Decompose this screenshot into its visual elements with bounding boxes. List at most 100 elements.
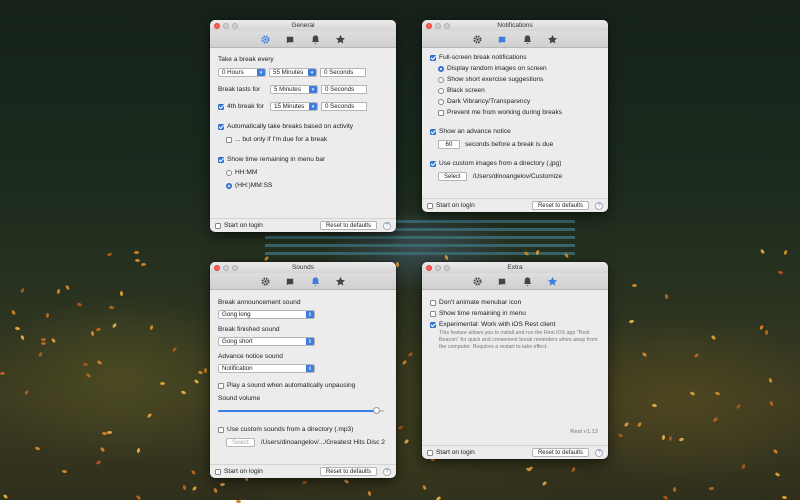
help-button[interactable]: ?: [383, 221, 391, 230]
zoom-button[interactable]: [444, 264, 450, 271]
minutes-select[interactable]: 55 Minutes ▾: [269, 68, 317, 77]
tab-notifications[interactable]: [285, 33, 297, 45]
sounds-window: Sounds Break announcement sound Gong lon…: [210, 262, 396, 478]
notification-flag-icon: [286, 278, 294, 285]
tab-notifications[interactable]: [285, 275, 297, 287]
advance-sound-select[interactable]: Notification ⇕: [218, 364, 315, 373]
volume-slider-knob[interactable]: [372, 407, 380, 414]
leaf: [140, 262, 147, 266]
start-on-login-checkbox[interactable]: [215, 468, 221, 475]
finished-select[interactable]: Gong short ⇕: [218, 337, 315, 346]
notifications-window: Notifications Full-screen break notifica…: [422, 20, 608, 212]
break-minutes-value: 5 Minutes: [274, 86, 301, 93]
hours-select[interactable]: 0 Hours ▾: [218, 68, 266, 77]
tab-general[interactable]: [260, 33, 272, 45]
tab-sounds[interactable]: [522, 275, 534, 287]
minutes-value: 55 Minutes: [273, 69, 304, 76]
show-time-menu-label: Show time remaining in menu: [439, 310, 526, 317]
gear-icon: [261, 276, 270, 286]
help-button[interactable]: ?: [595, 448, 603, 457]
auto-breaks-label: Automatically take breaks based on activ…: [227, 123, 354, 130]
tab-extra[interactable]: [547, 275, 559, 287]
reset-defaults-button[interactable]: Reset to defaults: [319, 221, 377, 230]
close-button[interactable]: [214, 22, 220, 29]
advance-notice-checkbox[interactable]: [430, 128, 436, 135]
tab-sounds[interactable]: [522, 33, 534, 45]
tab-general[interactable]: [472, 275, 484, 287]
fullscreen-label: Full-screen break notifications: [439, 54, 527, 61]
select-images-button[interactable]: Select: [438, 172, 467, 181]
show-time-checkbox[interactable]: [218, 156, 224, 163]
start-on-login-checkbox[interactable]: [427, 202, 433, 209]
minimize-button[interactable]: [223, 264, 229, 271]
advance-seconds-field[interactable]: 60: [438, 140, 460, 149]
tab-extra[interactable]: [547, 33, 559, 45]
prevent-working-checkbox[interactable]: [438, 109, 444, 116]
fourth-break-checkbox[interactable]: [218, 103, 224, 110]
only-if-due-checkbox[interactable]: [226, 136, 232, 143]
advance-sound-label: Advance notice sound: [218, 353, 283, 360]
select-sounds-button[interactable]: Select: [226, 438, 255, 447]
volume-label: Sound volume: [218, 395, 261, 402]
tab-sounds[interactable]: [310, 275, 322, 287]
reset-defaults-button[interactable]: Reset to defaults: [531, 448, 589, 457]
start-on-login-checkbox[interactable]: [427, 449, 433, 456]
format-hhmm-radio[interactable]: [226, 169, 232, 176]
tab-notifications[interactable]: [497, 33, 509, 45]
help-button[interactable]: ?: [383, 467, 391, 476]
notification-flag-icon: [498, 278, 506, 285]
tab-notifications[interactable]: [497, 275, 509, 287]
fourth-break-minutes-select[interactable]: 15 Minutes ▾: [270, 102, 318, 111]
window-title: General: [291, 22, 315, 29]
tab-sounds[interactable]: [310, 33, 322, 45]
fullscreen-checkbox[interactable]: [430, 54, 436, 61]
break-minutes-select[interactable]: 5 Minutes ▾: [270, 85, 318, 94]
minimize-button[interactable]: [435, 22, 441, 29]
seconds-field[interactable]: 0 Seconds: [320, 68, 366, 77]
leaf: [632, 284, 638, 288]
experimental-checkbox[interactable]: [430, 321, 436, 328]
window-footer: Start on login Reset to defaults ?: [422, 198, 608, 212]
chevron-updown-icon: ⇕: [306, 311, 314, 318]
unpausing-checkbox[interactable]: [218, 382, 224, 389]
help-button[interactable]: ?: [595, 201, 603, 210]
tab-extra[interactable]: [335, 275, 347, 287]
custom-images-checkbox[interactable]: [430, 160, 436, 167]
volume-slider[interactable]: [218, 406, 388, 415]
black-screen-radio[interactable]: [438, 87, 444, 94]
tab-extra[interactable]: [335, 33, 347, 45]
minimize-button[interactable]: [435, 264, 441, 271]
experimental-note: This feature allows you to install and r…: [439, 330, 598, 350]
finished-label: Break finished sound: [218, 326, 280, 333]
fourth-break-seconds-field[interactable]: 0 Seconds: [321, 102, 367, 111]
show-time-menu-checkbox[interactable]: [430, 310, 436, 317]
window-title: Notifications: [497, 22, 533, 29]
gear-icon: [473, 276, 482, 286]
break-lasts-label: Break lasts for: [218, 86, 261, 93]
close-button[interactable]: [426, 264, 432, 271]
leaf: [0, 371, 6, 375]
announcement-select[interactable]: Gong long ⇕: [218, 310, 315, 319]
close-button[interactable]: [426, 22, 432, 29]
format-hhmmss-radio[interactable]: [226, 182, 232, 189]
exercise-radio[interactable]: [438, 76, 444, 83]
zoom-button[interactable]: [232, 22, 238, 29]
random-images-radio[interactable]: [438, 65, 444, 72]
custom-sounds-checkbox[interactable]: [218, 426, 224, 433]
sounds-path: /Users/dinoangelov/.../Greatest Hits Dis…: [260, 439, 385, 446]
start-on-login-label: Start on login: [224, 222, 263, 229]
zoom-button[interactable]: [444, 22, 450, 29]
reset-defaults-button[interactable]: Reset to defaults: [319, 467, 377, 476]
close-button[interactable]: [214, 264, 220, 271]
tab-general[interactable]: [472, 33, 484, 45]
minimize-button[interactable]: [223, 22, 229, 29]
star-icon: [548, 34, 557, 43]
start-on-login-checkbox[interactable]: [215, 222, 221, 229]
vibrancy-radio[interactable]: [438, 98, 444, 105]
zoom-button[interactable]: [232, 264, 238, 271]
tab-general[interactable]: [260, 275, 272, 287]
reset-defaults-button[interactable]: Reset to defaults: [531, 201, 589, 210]
auto-breaks-checkbox[interactable]: [218, 123, 224, 130]
no-animate-checkbox[interactable]: [430, 299, 436, 306]
break-seconds-field[interactable]: 0 Seconds: [321, 85, 367, 94]
